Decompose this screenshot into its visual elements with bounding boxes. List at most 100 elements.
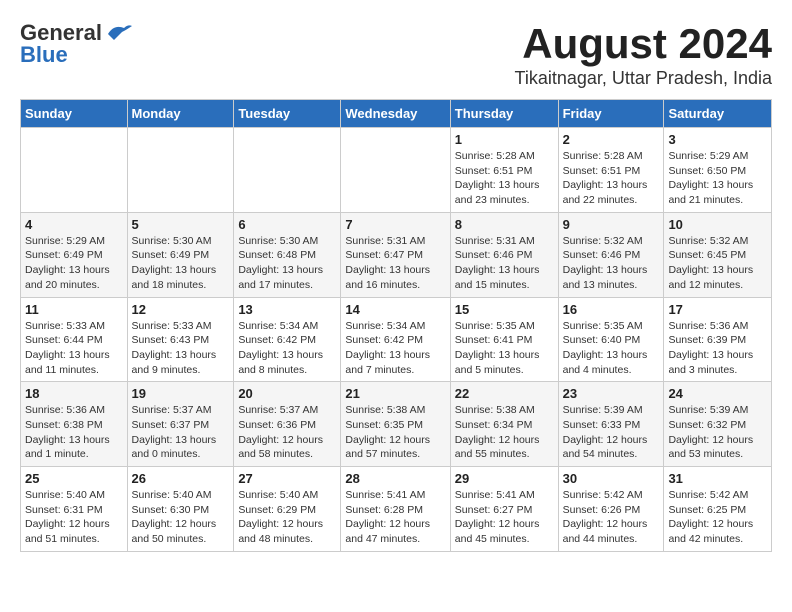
day-info: Sunrise: 5:40 AM Sunset: 6:31 PM Dayligh…	[25, 488, 123, 547]
calendar-cell: 7 Sunrise: 5:31 AM Sunset: 6:47 PM Daylig…	[341, 212, 450, 297]
day-number: 4	[25, 217, 123, 232]
day-info: Sunrise: 5:31 AM Sunset: 6:46 PM Dayligh…	[455, 234, 554, 293]
day-number: 2	[563, 132, 660, 147]
calendar-cell: 17 Sunrise: 5:36 AM Sunset: 6:39 PM Dayli…	[664, 297, 772, 382]
day-info: Sunrise: 5:28 AM Sunset: 6:51 PM Dayligh…	[563, 149, 660, 208]
calendar-table: SundayMondayTuesdayWednesdayThursdayFrid…	[20, 99, 772, 552]
calendar-cell: 24 Sunrise: 5:39 AM Sunset: 6:32 PM Dayli…	[664, 382, 772, 467]
day-info: Sunrise: 5:35 AM Sunset: 6:41 PM Dayligh…	[455, 319, 554, 378]
day-number: 6	[238, 217, 336, 232]
day-info: Sunrise: 5:30 AM Sunset: 6:49 PM Dayligh…	[132, 234, 230, 293]
day-number: 11	[25, 302, 123, 317]
day-number: 9	[563, 217, 660, 232]
calendar-cell: 29 Sunrise: 5:41 AM Sunset: 6:27 PM Dayli…	[450, 467, 558, 552]
day-info: Sunrise: 5:34 AM Sunset: 6:42 PM Dayligh…	[345, 319, 445, 378]
day-info: Sunrise: 5:41 AM Sunset: 6:28 PM Dayligh…	[345, 488, 445, 547]
calendar-cell: 19Sunrise: 5:37 AM Sunset: 6:37 PM Dayli…	[127, 382, 234, 467]
day-info: Sunrise: 5:32 AM Sunset: 6:46 PM Dayligh…	[563, 234, 660, 293]
day-number: 23	[563, 386, 660, 401]
calendar-cell: 4 Sunrise: 5:29 AM Sunset: 6:49 PM Daylig…	[21, 212, 128, 297]
calendar-cell: 16 Sunrise: 5:35 AM Sunset: 6:40 PM Dayli…	[558, 297, 664, 382]
day-number: 17	[668, 302, 767, 317]
calendar-cell: 2 Sunrise: 5:28 AM Sunset: 6:51 PM Daylig…	[558, 128, 664, 213]
day-number: 3	[668, 132, 767, 147]
calendar-cell: 31Sunrise: 5:42 AM Sunset: 6:25 PM Dayli…	[664, 467, 772, 552]
day-info: Sunrise: 5:36 AM Sunset: 6:39 PM Dayligh…	[668, 319, 767, 378]
day-info: Sunrise: 5:39 AM Sunset: 6:33 PM Dayligh…	[563, 403, 660, 462]
title-block: August 2024 Tikaitnagar, Uttar Pradesh, …	[515, 20, 772, 89]
calendar-cell: 25 Sunrise: 5:40 AM Sunset: 6:31 PM Dayli…	[21, 467, 128, 552]
day-info: Sunrise: 5:28 AM Sunset: 6:51 PM Dayligh…	[455, 149, 554, 208]
day-number: 22	[455, 386, 554, 401]
day-number: 27	[238, 471, 336, 486]
day-number: 1	[455, 132, 554, 147]
day-info: Sunrise: 5:33 AM Sunset: 6:44 PM Dayligh…	[25, 319, 123, 378]
day-info: Sunrise: 5:30 AM Sunset: 6:48 PM Dayligh…	[238, 234, 336, 293]
day-info: Sunrise: 5:38 AM Sunset: 6:35 PM Dayligh…	[345, 403, 445, 462]
col-header-thursday: Thursday	[450, 100, 558, 128]
col-header-saturday: Saturday	[664, 100, 772, 128]
day-number: 18	[25, 386, 123, 401]
logo-blue-text: Blue	[20, 42, 68, 68]
calendar-cell: 13 Sunrise: 5:34 AM Sunset: 6:42 PM Dayli…	[234, 297, 341, 382]
day-number: 15	[455, 302, 554, 317]
day-info: Sunrise: 5:39 AM Sunset: 6:32 PM Dayligh…	[668, 403, 767, 462]
calendar-cell: 22 Sunrise: 5:38 AM Sunset: 6:34 PM Dayli…	[450, 382, 558, 467]
week-row: 1 Sunrise: 5:28 AM Sunset: 6:51 PM Daylig…	[21, 128, 772, 213]
page-header: General Blue August 2024 Tikaitnagar, Ut…	[20, 20, 772, 89]
day-info: Sunrise: 5:37 AM Sunset: 6:37 PM Dayligh…	[132, 403, 230, 462]
calendar-cell: 21 Sunrise: 5:38 AM Sunset: 6:35 PM Dayli…	[341, 382, 450, 467]
day-info: Sunrise: 5:29 AM Sunset: 6:50 PM Dayligh…	[668, 149, 767, 208]
calendar-cell	[21, 128, 128, 213]
day-info: Sunrise: 5:29 AM Sunset: 6:49 PM Dayligh…	[25, 234, 123, 293]
day-number: 29	[455, 471, 554, 486]
day-number: 20	[238, 386, 336, 401]
calendar-title: August 2024	[515, 20, 772, 68]
day-info: Sunrise: 5:42 AM Sunset: 6:26 PM Dayligh…	[563, 488, 660, 547]
day-info: Sunrise: 5:38 AM Sunset: 6:34 PM Dayligh…	[455, 403, 554, 462]
calendar-cell: 20Sunrise: 5:37 AM Sunset: 6:36 PM Dayli…	[234, 382, 341, 467]
col-header-friday: Friday	[558, 100, 664, 128]
calendar-cell: 12Sunrise: 5:33 AM Sunset: 6:43 PM Dayli…	[127, 297, 234, 382]
day-info: Sunrise: 5:34 AM Sunset: 6:42 PM Dayligh…	[238, 319, 336, 378]
col-header-tuesday: Tuesday	[234, 100, 341, 128]
day-number: 14	[345, 302, 445, 317]
day-number: 24	[668, 386, 767, 401]
day-number: 12	[132, 302, 230, 317]
week-row: 11 Sunrise: 5:33 AM Sunset: 6:44 PM Dayli…	[21, 297, 772, 382]
day-number: 28	[345, 471, 445, 486]
col-header-wednesday: Wednesday	[341, 100, 450, 128]
day-number: 5	[132, 217, 230, 232]
day-number: 21	[345, 386, 445, 401]
day-number: 26	[132, 471, 230, 486]
calendar-cell: 6 Sunrise: 5:30 AM Sunset: 6:48 PM Daylig…	[234, 212, 341, 297]
day-info: Sunrise: 5:35 AM Sunset: 6:40 PM Dayligh…	[563, 319, 660, 378]
calendar-header: SundayMondayTuesdayWednesdayThursdayFrid…	[21, 100, 772, 128]
day-number: 25	[25, 471, 123, 486]
calendar-cell: 30Sunrise: 5:42 AM Sunset: 6:26 PM Dayli…	[558, 467, 664, 552]
day-number: 7	[345, 217, 445, 232]
logo-bird-icon	[104, 22, 132, 44]
calendar-cell	[127, 128, 234, 213]
calendar-cell	[234, 128, 341, 213]
day-info: Sunrise: 5:40 AM Sunset: 6:30 PM Dayligh…	[132, 488, 230, 547]
day-number: 16	[563, 302, 660, 317]
calendar-cell: 18Sunrise: 5:36 AM Sunset: 6:38 PM Dayli…	[21, 382, 128, 467]
calendar-cell: 1 Sunrise: 5:28 AM Sunset: 6:51 PM Daylig…	[450, 128, 558, 213]
day-number: 13	[238, 302, 336, 317]
day-info: Sunrise: 5:31 AM Sunset: 6:47 PM Dayligh…	[345, 234, 445, 293]
calendar-cell: 11 Sunrise: 5:33 AM Sunset: 6:44 PM Dayli…	[21, 297, 128, 382]
day-number: 31	[668, 471, 767, 486]
calendar-cell: 8 Sunrise: 5:31 AM Sunset: 6:46 PM Daylig…	[450, 212, 558, 297]
calendar-cell	[341, 128, 450, 213]
col-header-sunday: Sunday	[21, 100, 128, 128]
week-row: 4 Sunrise: 5:29 AM Sunset: 6:49 PM Daylig…	[21, 212, 772, 297]
day-info: Sunrise: 5:41 AM Sunset: 6:27 PM Dayligh…	[455, 488, 554, 547]
calendar-cell: 9 Sunrise: 5:32 AM Sunset: 6:46 PM Daylig…	[558, 212, 664, 297]
day-number: 8	[455, 217, 554, 232]
calendar-cell: 15 Sunrise: 5:35 AM Sunset: 6:41 PM Dayli…	[450, 297, 558, 382]
calendar-subtitle: Tikaitnagar, Uttar Pradesh, India	[515, 68, 772, 89]
calendar-cell: 27Sunrise: 5:40 AM Sunset: 6:29 PM Dayli…	[234, 467, 341, 552]
calendar-cell: 26 Sunrise: 5:40 AM Sunset: 6:30 PM Dayli…	[127, 467, 234, 552]
week-row: 18Sunrise: 5:36 AM Sunset: 6:38 PM Dayli…	[21, 382, 772, 467]
